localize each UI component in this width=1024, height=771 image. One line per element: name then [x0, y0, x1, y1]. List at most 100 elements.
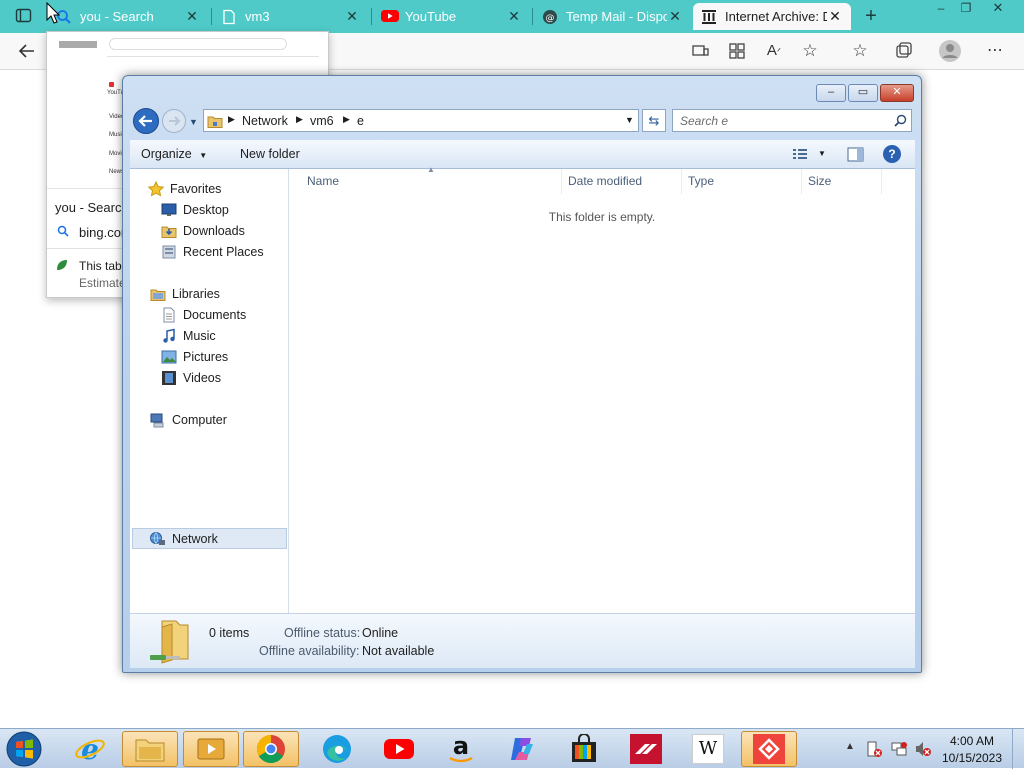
details-pane: 0 items Offline status: Online Offline a…	[130, 613, 915, 668]
show-desktop-button[interactable]	[1012, 729, 1024, 769]
nav-documents[interactable]: Documents	[161, 304, 246, 325]
search-input[interactable]: Search e	[672, 109, 912, 132]
minimize-button[interactable]: –	[816, 84, 846, 102]
show-hidden-icons[interactable]: ▲	[845, 741, 855, 752]
music-icon	[161, 328, 177, 344]
taskbar-anydesk[interactable]	[741, 731, 797, 767]
profile-icon[interactable]	[938, 39, 962, 63]
tab-temp-mail[interactable]: @ Temp Mail - Disposable ✕	[534, 3, 691, 30]
nav-music[interactable]: Music	[161, 325, 216, 346]
action-center-icon[interactable]	[865, 740, 883, 761]
volume-muted-icon[interactable]	[914, 740, 932, 761]
preview-sleep-text: This tab	[79, 259, 122, 273]
taskbar-internet-explorer[interactable]: e	[62, 731, 118, 767]
favorites-icon[interactable]: ☆	[850, 41, 870, 61]
chevron-down-icon[interactable]: ▼	[818, 149, 826, 158]
tab-you-search[interactable]: you - Search ✕	[48, 3, 208, 30]
preview-search-bar	[109, 38, 287, 50]
taskbar: e a W ▲ 4:00 AM 10/15/2023	[0, 728, 1024, 769]
chevron-right-icon[interactable]: ▶	[343, 114, 350, 125]
tab-internet-archive[interactable]: Internet Archive: Digital ✕	[693, 3, 851, 30]
new-tab-button[interactable]: +	[860, 4, 882, 28]
libraries-icon	[150, 286, 166, 302]
organize-label: Organize	[141, 147, 192, 161]
clock-time[interactable]: 4:00 AM	[938, 734, 1006, 748]
back-icon[interactable]	[17, 41, 37, 61]
nav-recent-places[interactable]: Recent Places	[161, 241, 264, 262]
column-header-type[interactable]: Type	[682, 169, 802, 194]
chevron-right-icon[interactable]: ▶	[296, 114, 303, 125]
recent-pages-icon[interactable]: ▼	[189, 117, 198, 127]
collections-icon[interactable]	[894, 41, 914, 61]
column-header-name[interactable]: Name	[301, 169, 562, 194]
tab-vm3[interactable]: vm3 ✕	[213, 3, 368, 30]
taskbar-store[interactable]	[556, 731, 612, 767]
more-icon[interactable]: ⋯	[985, 41, 1005, 61]
close-icon[interactable]: ✕	[184, 8, 200, 25]
network-icon	[150, 531, 166, 547]
taskbar-youtube[interactable]	[371, 731, 427, 767]
apps-icon[interactable]	[727, 41, 747, 61]
tab-youtube[interactable]: YouTube ✕	[373, 3, 530, 30]
view-options-icon[interactable]	[792, 147, 808, 164]
preview-pane-icon[interactable]	[847, 147, 864, 165]
maximize-button[interactable]: ▭	[848, 84, 878, 102]
address-bar[interactable]: ▶ Network ▶ vm6 ▶ e ▼	[203, 109, 639, 132]
app-available-icon[interactable]	[690, 41, 710, 61]
nav-favorites[interactable]: Favorites	[147, 178, 221, 199]
breadcrumb-vm6[interactable]: vm6	[310, 114, 334, 128]
nav-desktop[interactable]: Desktop	[161, 199, 229, 220]
file-list[interactable]: ▲ Name Date modified Type Size This fold…	[289, 165, 915, 613]
downloads-icon	[161, 223, 177, 239]
taskbar-wikipedia[interactable]: W	[680, 731, 736, 767]
chevron-right-icon[interactable]: ▶	[228, 114, 235, 125]
computer-icon	[150, 412, 166, 428]
taskbar-media-player[interactable]	[183, 731, 239, 767]
new-folder-button[interactable]: New folder	[240, 147, 300, 161]
browser-restore-button[interactable]: ❐	[955, 1, 977, 15]
taskbar-edge[interactable]	[309, 731, 365, 767]
column-header-date-modified[interactable]: Date modified	[562, 169, 682, 194]
svg-text:e: e	[81, 733, 99, 765]
search-icon[interactable]	[894, 114, 907, 130]
refresh-button[interactable]: ⇆	[642, 109, 666, 132]
taskbar-bank-of-america[interactable]	[618, 731, 674, 767]
close-icon[interactable]: ✕	[667, 8, 683, 25]
taskbar-chrome[interactable]	[243, 731, 299, 767]
network-folder-icon	[207, 113, 223, 132]
nav-libraries[interactable]: Libraries	[150, 283, 220, 304]
address-dropdown-icon[interactable]: ▼	[625, 115, 634, 125]
close-icon[interactable]: ✕	[827, 8, 843, 25]
nav-network[interactable]: Network	[150, 528, 218, 549]
taskbar-amazon[interactable]: a	[433, 731, 489, 767]
add-favorite-icon[interactable]: ☆	[800, 41, 820, 61]
browser-minimize-button[interactable]: –	[930, 1, 952, 15]
tab-label: Temp Mail - Disposable	[566, 9, 667, 24]
help-icon[interactable]: ?	[883, 145, 901, 163]
close-icon[interactable]: ✕	[344, 8, 360, 25]
clock-date[interactable]: 10/15/2023	[938, 751, 1006, 765]
nav-videos[interactable]: Videos	[161, 367, 221, 388]
read-aloud-icon[interactable]: Aᐟ	[764, 41, 784, 61]
tab-label: you - Search	[80, 9, 154, 24]
nav-computer[interactable]: Computer	[150, 409, 227, 430]
document-icon	[221, 9, 237, 25]
organize-button[interactable]: Organize ▼	[141, 147, 207, 161]
nav-downloads[interactable]: Downloads	[161, 220, 245, 241]
back-button[interactable]	[132, 107, 160, 135]
close-button[interactable]: ✕	[880, 84, 914, 102]
nav-desktop-label: Desktop	[183, 202, 229, 217]
tab-actions-icon[interactable]	[15, 8, 33, 24]
forward-button[interactable]	[161, 108, 187, 134]
breadcrumb-e[interactable]: e	[357, 114, 364, 128]
close-icon[interactable]: ✕	[506, 8, 522, 25]
preview-title: you - Search	[55, 200, 129, 215]
breadcrumb-network[interactable]: Network	[242, 114, 288, 128]
taskbar-windows-explorer[interactable]	[122, 731, 178, 767]
nav-pictures[interactable]: Pictures	[161, 346, 228, 367]
network-tray-icon[interactable]	[890, 740, 908, 761]
column-header-size[interactable]: Size	[802, 169, 882, 194]
browser-close-button[interactable]: ✕	[985, 1, 1011, 15]
taskbar-copilot[interactable]	[494, 731, 550, 767]
start-button[interactable]	[4, 730, 44, 768]
